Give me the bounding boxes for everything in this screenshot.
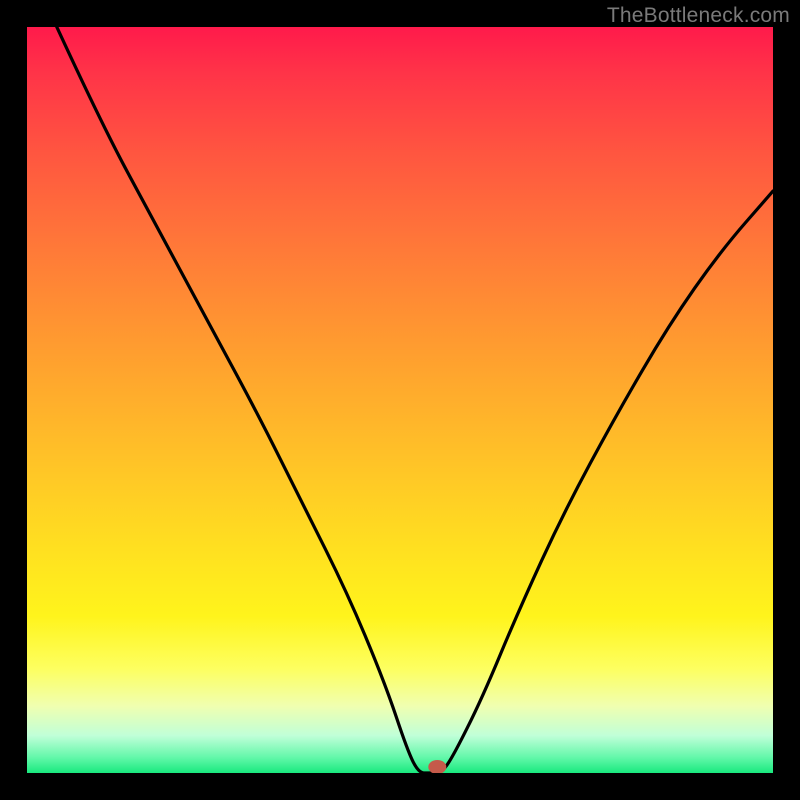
chart-curve-layer	[27, 27, 773, 773]
chart-frame: TheBottleneck.com	[0, 0, 800, 800]
chart-marker	[428, 760, 446, 773]
watermark: TheBottleneck.com	[607, 4, 790, 28]
bottleneck-curve	[57, 27, 773, 773]
chart-plot-area	[27, 27, 773, 773]
